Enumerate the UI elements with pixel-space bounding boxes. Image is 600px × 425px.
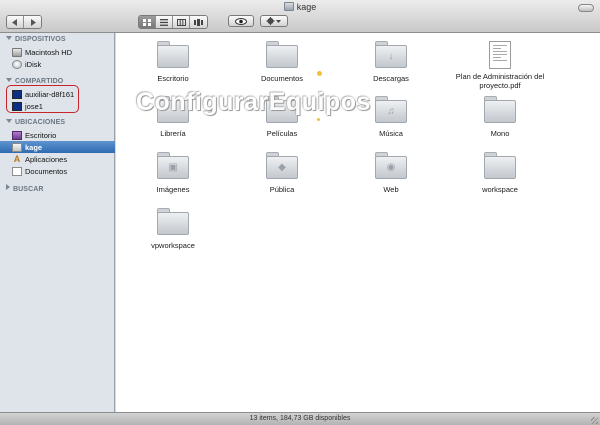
toolbar-toggle-button[interactable] <box>578 4 594 12</box>
view-switcher <box>138 15 208 29</box>
sidebar-item-macintosh-hd[interactable]: Macintosh HD <box>0 46 115 58</box>
file-item-documentos[interactable]: Documentos <box>227 41 337 83</box>
watermark-dot <box>317 71 322 76</box>
sidebar-item-kage[interactable]: kage <box>0 141 115 153</box>
action-menu-button[interactable] <box>260 15 288 27</box>
forward-icon <box>30 18 36 26</box>
list-view-icon <box>160 18 168 26</box>
forward-button[interactable] <box>24 16 41 28</box>
sidebar-item-idisk[interactable]: iDisk <box>0 58 115 70</box>
status-bar: 13 items, 184,73 GB disponibles <box>0 412 600 425</box>
icon-view-button[interactable] <box>139 16 156 28</box>
disclosure-triangle-icon <box>6 184 10 190</box>
sidebar-item-documentos[interactable]: Documentos <box>0 165 115 177</box>
folder-icon <box>484 96 516 123</box>
status-text: 13 items, 184,73 GB disponibles <box>249 415 351 422</box>
disclosure-triangle-icon <box>6 119 12 123</box>
documents-icon <box>12 166 22 176</box>
sidebar-section-search[interactable]: BUSCAR <box>6 184 44 193</box>
column-view-icon <box>176 18 186 26</box>
eye-icon <box>235 17 247 25</box>
folder-icon: ◆ <box>266 152 298 179</box>
highlight-annotation <box>6 85 79 113</box>
file-item-imagenes[interactable]: ▣ Imágenes <box>118 152 228 194</box>
coverflow-view-button[interactable] <box>190 16 207 28</box>
home-folder-icon <box>283 2 294 11</box>
sidebar-section-places[interactable]: UBICACIONES <box>6 119 65 126</box>
file-browser: Escritorio Documentos ↓ Descargas Plan d… <box>116 33 600 412</box>
watermark-dot <box>317 118 320 121</box>
idisk-icon <box>12 59 22 69</box>
file-item-pdf[interactable]: Plan de Administración del proyecto.pdf <box>445 41 555 90</box>
file-item-web[interactable]: ◉ Web <box>336 152 446 194</box>
sidebar-item-aplicaciones[interactable]: A Aplicaciones <box>0 153 115 165</box>
file-item-mono[interactable]: Mono <box>445 96 555 138</box>
disclosure-triangle-icon <box>6 36 12 40</box>
folder-icon <box>157 208 189 235</box>
file-item-publica[interactable]: ◆ Pública <box>227 152 337 194</box>
folder-icon <box>484 152 516 179</box>
folder-icon: ♫ <box>375 96 407 123</box>
nav-buttons <box>6 15 42 29</box>
back-icon <box>12 18 17 26</box>
applications-icon: A <box>13 153 21 164</box>
sidebar-item-escritorio[interactable]: Escritorio <box>0 129 115 141</box>
file-item-descargas[interactable]: ↓ Descargas <box>336 41 446 83</box>
folder-icon <box>157 41 189 68</box>
home-icon <box>12 142 22 152</box>
folder-icon <box>266 41 298 68</box>
sidebar-section-devices[interactable]: DISPOSITIVOS <box>6 36 66 43</box>
icon-view-icon <box>143 18 151 26</box>
back-button[interactable] <box>7 16 24 28</box>
coverflow-view-icon <box>194 18 203 26</box>
list-view-button[interactable] <box>156 16 173 28</box>
quick-look-button[interactable] <box>228 15 254 27</box>
file-item-workspace[interactable]: workspace <box>445 152 555 194</box>
resize-grip-icon[interactable] <box>591 417 598 424</box>
sidebar-section-shared[interactable]: COMPARTIDO <box>6 78 63 85</box>
hard-disk-icon <box>12 47 22 57</box>
file-item-vpworkspace[interactable]: vpworkspace <box>118 208 228 250</box>
window-title: kage <box>0 2 600 12</box>
folder-icon: ◉ <box>375 152 407 179</box>
folder-icon: ▣ <box>157 152 189 179</box>
file-item-escritorio[interactable]: Escritorio <box>118 41 228 83</box>
folder-icon: ↓ <box>375 41 407 68</box>
gear-icon <box>266 17 281 25</box>
pdf-document-icon <box>489 41 511 69</box>
disclosure-triangle-icon <box>6 78 12 82</box>
watermark: ConfigurarEquipos <box>136 88 371 116</box>
column-view-button[interactable] <box>173 16 190 28</box>
desktop-icon <box>12 130 22 140</box>
window-toolbar: kage <box>0 0 600 33</box>
